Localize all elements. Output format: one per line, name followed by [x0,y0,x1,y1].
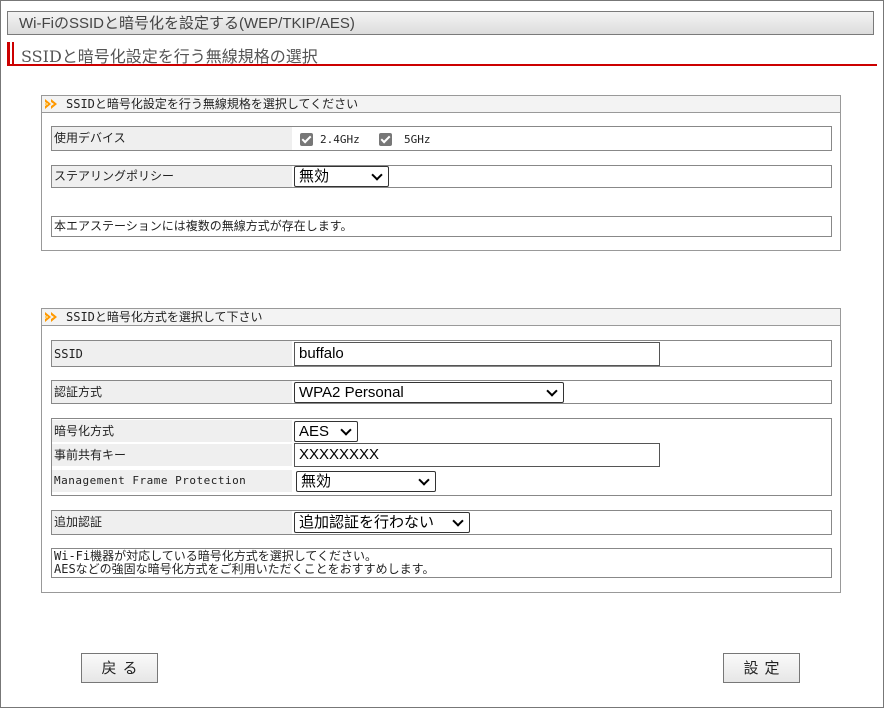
window-title: Wi-FiのSSIDと暗号化を設定する(WEP/TKIP/AES) [7,11,874,35]
band-24-label: 2.4GHz [320,133,360,146]
enc-select-value: AES [299,423,330,440]
band-5-label: 5GHz [404,133,431,146]
checkbox-checked-icon [379,133,392,146]
addauth-label: 追加認証 [52,511,292,534]
auth-row: 認証方式 WPA2 Personal [51,380,832,404]
addauth-select[interactable]: 追加認証を行わない [294,512,470,533]
enc-label: 暗号化方式 [52,420,292,442]
page-heading: SSIDと暗号化設定を行う無線規格の選択 [7,42,877,66]
encryption-note: Wi-Fi機器が対応している暗号化方式を選択してください。 AESなどの強固な暗… [51,548,832,578]
standard-select-group: SSIDと暗号化設定を行う無線規格を選択してください 使用デバイス 2.4GHz… [41,95,841,251]
chevron-down-icon [546,385,558,397]
auth-select[interactable]: WPA2 Personal [294,382,564,403]
steering-label: ステアリングポリシー [52,166,292,187]
mfp-select[interactable]: 無効 [296,471,436,492]
addauth-row: 追加認証 追加認証を行わない [51,510,832,535]
multi-band-note: 本エアステーションには複数の無線方式が存在します。 [51,216,832,237]
mfp-label: Management Frame Protection [52,470,292,492]
ssid-label: SSID [52,341,292,366]
heading-accent-bar [7,42,10,64]
double-arrow-icon [45,99,57,109]
device-label: 使用デバイス [52,127,292,150]
page-title: SSIDと暗号化設定を行う無線規格の選択 [21,47,318,66]
encryption-note-line2: AESなどの強固な暗号化方式をご利用いただくことをおすすめします。 [54,562,435,576]
band-5-checkbox[interactable] [379,132,392,146]
encryption-block: 暗号化方式 事前共有キー Management Frame Protection… [51,418,832,496]
encryption-labels: 暗号化方式 事前共有キー Management Frame Protection [52,419,292,495]
auth-label: 認証方式 [52,381,292,403]
steering-row: ステアリングポリシー 無効 [51,165,832,188]
chevron-down-icon [371,169,383,181]
steering-select[interactable]: 無効 [294,166,389,187]
mfp-select-value: 無効 [301,473,332,490]
checkbox-checked-icon [300,133,313,146]
psk-input[interactable]: XXXXXXXX [294,443,660,467]
group-title: SSIDと暗号化方式を選択して下さい [66,310,263,324]
steering-select-value: 無効 [299,168,330,185]
device-row: 使用デバイス 2.4GHz 5GHz [51,126,832,151]
group-header: SSIDと暗号化方式を選択して下さい [42,309,840,326]
device-options: 2.4GHz 5GHz [294,127,831,150]
ssid-encryption-group: SSIDと暗号化方式を選択して下さい SSID buffalo 認証方式 WPA… [41,308,841,593]
auth-select-value: WPA2 Personal [299,384,404,401]
chevron-down-icon [340,424,352,436]
back-button[interactable]: 戻る [81,653,158,683]
ssid-row: SSID buffalo [51,340,832,367]
group-header: SSIDと暗号化設定を行う無線規格を選択してください [42,96,840,113]
group-title: SSIDと暗号化設定を行う無線規格を選択してください [66,97,359,111]
psk-label: 事前共有キー [52,444,292,466]
enc-select[interactable]: AES [294,421,358,442]
double-arrow-icon [45,312,57,322]
band-24-checkbox[interactable] [300,132,313,146]
ssid-input[interactable]: buffalo [294,342,660,366]
chevron-down-icon [418,474,430,486]
save-button[interactable]: 設定 [723,653,800,683]
chevron-down-icon [452,515,464,527]
addauth-select-value: 追加認証を行わない [299,514,435,531]
heading-accent-bar [12,42,14,64]
